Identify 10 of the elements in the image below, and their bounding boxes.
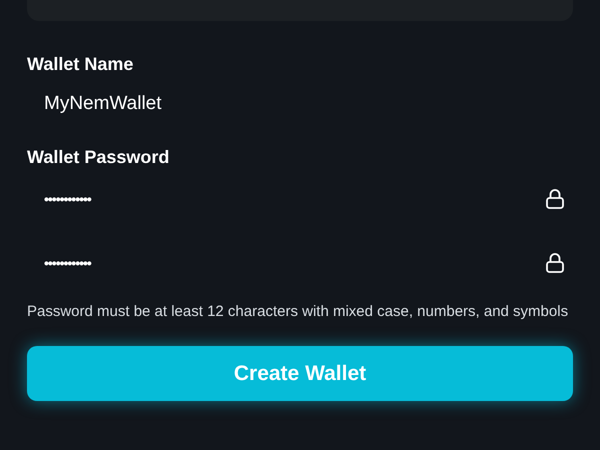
password-dots: •••••••••••• <box>44 190 91 208</box>
input-field[interactable]: MyNemWallet <box>27 89 573 119</box>
password-field[interactable]: •••••••••••• <box>27 248 573 278</box>
password-hint: Password must be at least 12 characters with mixed case, numbers, and symbols <box>27 302 570 322</box>
field-label: Wallet Password <box>27 146 170 168</box>
password-dots: •••••••••••• <box>44 254 91 272</box>
lock-icon <box>545 188 565 210</box>
password-field[interactable]: •••••••••••• <box>27 184 573 214</box>
field-label: Wallet Name <box>27 53 134 75</box>
lock-icon <box>545 252 565 274</box>
